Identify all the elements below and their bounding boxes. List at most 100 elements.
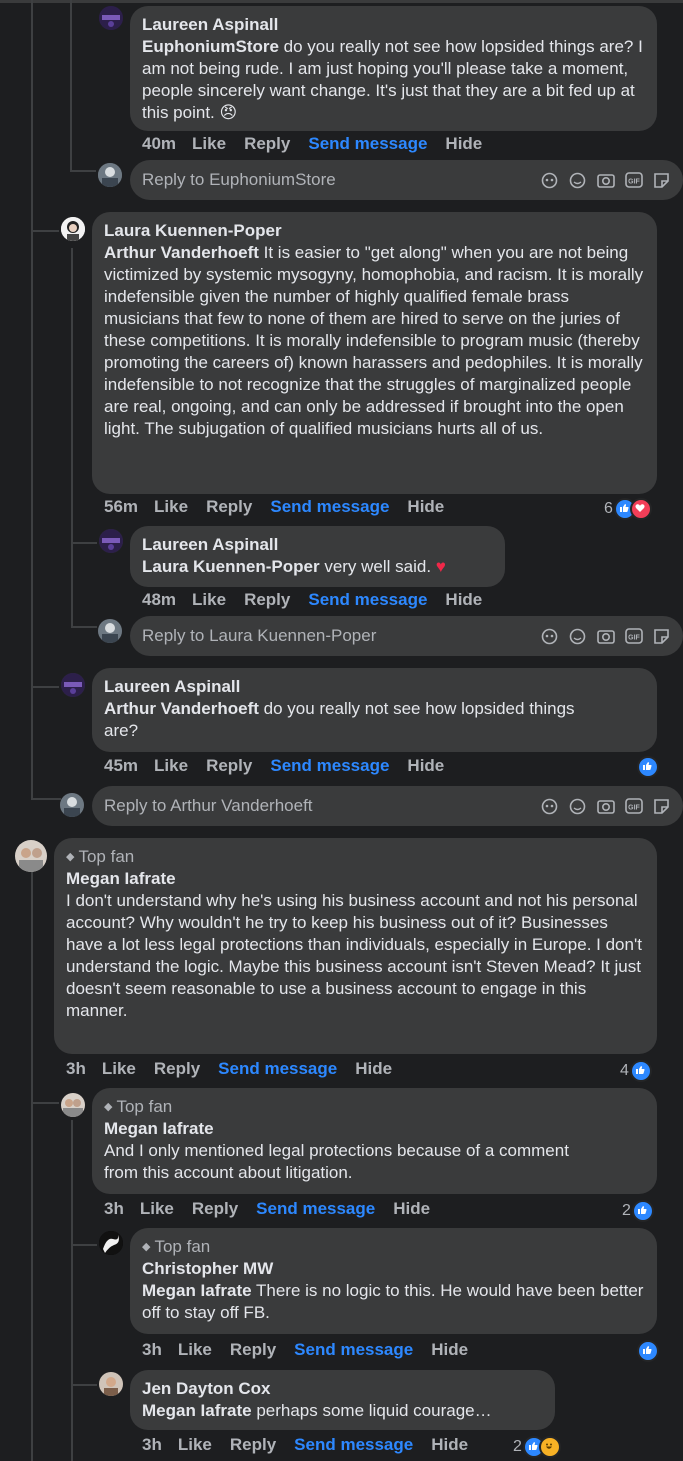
send-message-button[interactable]: Send message <box>270 756 389 776</box>
send-message-button[interactable]: Send message <box>270 497 389 517</box>
mention-link[interactable]: Megan Iafrate <box>142 1401 252 1420</box>
reaction-summary[interactable]: 2 <box>513 1436 561 1458</box>
comment-author[interactable]: Megan Iafrate <box>104 1118 645 1140</box>
reply-button[interactable]: Reply <box>230 1435 276 1455</box>
hide-button[interactable]: Hide <box>355 1059 392 1079</box>
avatar[interactable] <box>15 840 47 872</box>
avatar-sticker-icon[interactable] <box>540 171 559 190</box>
sticker-icon[interactable] <box>652 627 671 646</box>
like-button[interactable]: Like <box>192 134 226 154</box>
avatar[interactable] <box>99 1231 123 1255</box>
sticker-icon[interactable] <box>652 797 671 816</box>
mention-link[interactable]: Megan Iafrate <box>142 1281 252 1300</box>
avatar[interactable] <box>99 6 123 30</box>
reply-button[interactable]: Reply <box>206 497 252 517</box>
avatar-image-icon <box>99 1372 123 1396</box>
like-button[interactable]: Like <box>192 590 226 610</box>
avatar[interactable] <box>99 529 123 553</box>
timestamp[interactable]: 45m <box>104 756 138 776</box>
comment-author[interactable]: Laureen Aspinall <box>142 14 645 36</box>
avatar[interactable] <box>61 673 85 697</box>
hide-button[interactable]: Hide <box>445 134 482 154</box>
reply-input[interactable]: Reply to EuphoniumStore GIF <box>130 160 683 200</box>
send-message-button[interactable]: Send message <box>294 1340 413 1360</box>
diamond-icon: ◆ <box>104 1101 113 1113</box>
comment-bubble: ◆ Top fan Megan Iafrate And I only mentio… <box>92 1088 657 1194</box>
comment-author[interactable]: Laureen Aspinall <box>104 676 645 698</box>
emoji-icon[interactable] <box>568 797 587 816</box>
thread-line <box>31 870 33 1461</box>
reply-button[interactable]: Reply <box>154 1059 200 1079</box>
send-message-button[interactable]: Send message <box>294 1435 413 1455</box>
send-message-button[interactable]: Send message <box>308 134 427 154</box>
thread-line <box>31 686 59 688</box>
avatar-sticker-icon[interactable] <box>540 627 559 646</box>
reaction-summary[interactable]: 4 <box>620 1060 652 1082</box>
reply-button[interactable]: Reply <box>230 1340 276 1360</box>
reaction-summary[interactable]: 2 <box>622 1200 654 1222</box>
hide-button[interactable]: Hide <box>393 1199 430 1219</box>
comment-text: I don't understand why he's using his bu… <box>66 891 642 1020</box>
timestamp[interactable]: 3h <box>142 1435 162 1455</box>
like-button[interactable]: Like <box>140 1199 174 1219</box>
timestamp[interactable]: 56m <box>104 497 138 517</box>
camera-icon[interactable] <box>596 627 615 646</box>
reaction-summary[interactable] <box>636 1340 659 1362</box>
reply-input[interactable]: Reply to Laura Kuennen-Poper GIF <box>130 616 683 656</box>
comment-author[interactable]: Laura Kuennen-Poper <box>104 220 645 242</box>
mention-link[interactable]: Arthur Vanderhoeft <box>104 243 259 262</box>
top-fan-badge: ◆ Top fan <box>104 1097 173 1116</box>
hide-button[interactable]: Hide <box>445 590 482 610</box>
like-button[interactable]: Like <box>154 756 188 776</box>
reply-button[interactable]: Reply <box>206 756 252 776</box>
hide-button[interactable]: Hide <box>431 1435 468 1455</box>
avatar-image-icon <box>99 529 123 553</box>
comment-author[interactable]: Megan Iafrate <box>66 868 645 890</box>
emoji-icon[interactable] <box>568 171 587 190</box>
like-button[interactable]: Like <box>178 1435 212 1455</box>
avatar[interactable] <box>61 217 85 241</box>
timestamp[interactable]: 3h <box>66 1059 86 1079</box>
my-avatar[interactable] <box>98 163 122 187</box>
reply-button[interactable]: Reply <box>244 134 290 154</box>
send-message-button[interactable]: Send message <box>308 590 427 610</box>
avatar[interactable] <box>61 1093 85 1117</box>
like-button[interactable]: Like <box>154 497 188 517</box>
like-reaction-icon <box>637 1340 659 1362</box>
camera-icon[interactable] <box>596 797 615 816</box>
send-message-button[interactable]: Send message <box>218 1059 337 1079</box>
sticker-icon[interactable] <box>652 171 671 190</box>
send-message-button[interactable]: Send message <box>256 1199 375 1219</box>
gif-icon[interactable]: GIF <box>624 627 643 646</box>
like-button[interactable]: Like <box>178 1340 212 1360</box>
reply-input[interactable]: Reply to Arthur Vanderhoeft GIF <box>92 786 683 826</box>
mention-link[interactable]: Arthur Vanderhoeft <box>104 699 259 718</box>
reply-button[interactable]: Reply <box>244 590 290 610</box>
hide-button[interactable]: Hide <box>407 756 444 776</box>
comment-author[interactable]: Christopher MW <box>142 1258 645 1280</box>
reaction-summary[interactable]: 6 <box>604 498 652 520</box>
camera-icon[interactable] <box>596 171 615 190</box>
my-avatar[interactable] <box>98 619 122 643</box>
timestamp[interactable]: 48m <box>142 590 176 610</box>
comment-actions: 3h Like Reply Send message Hide <box>142 1340 486 1360</box>
timestamp[interactable]: 40m <box>142 134 176 154</box>
gif-icon[interactable]: GIF <box>624 171 643 190</box>
hide-button[interactable]: Hide <box>431 1340 468 1360</box>
reply-button[interactable]: Reply <box>192 1199 238 1219</box>
comment-author[interactable]: Jen Dayton Cox <box>142 1378 543 1400</box>
like-button[interactable]: Like <box>102 1059 136 1079</box>
thread-line <box>71 1244 97 1246</box>
timestamp[interactable]: 3h <box>104 1199 124 1219</box>
mention-link[interactable]: Laura Kuennen-Poper <box>142 557 320 576</box>
avatar[interactable] <box>99 1372 123 1396</box>
gif-icon[interactable]: GIF <box>624 797 643 816</box>
timestamp[interactable]: 3h <box>142 1340 162 1360</box>
reaction-summary[interactable] <box>636 756 659 778</box>
comment-author[interactable]: Laureen Aspinall <box>142 534 493 556</box>
mention-link[interactable]: EuphoniumStore <box>142 37 279 56</box>
emoji-icon[interactable] <box>568 627 587 646</box>
avatar-sticker-icon[interactable] <box>540 797 559 816</box>
my-avatar[interactable] <box>60 793 84 817</box>
hide-button[interactable]: Hide <box>407 497 444 517</box>
